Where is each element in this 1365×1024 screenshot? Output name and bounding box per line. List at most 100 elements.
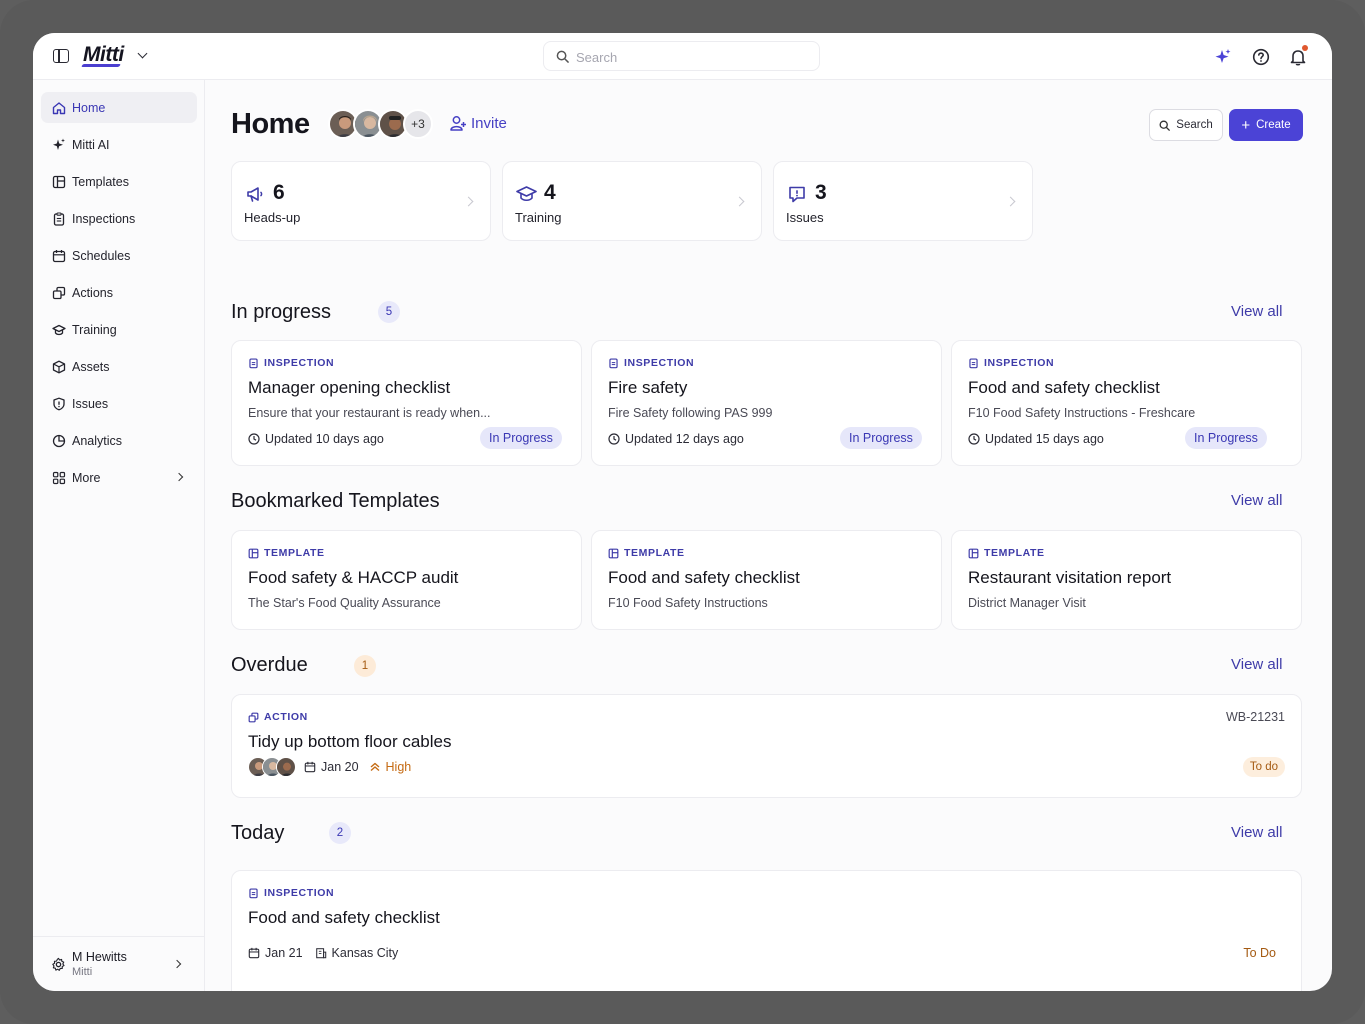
card-type-label: ACTION xyxy=(264,711,308,723)
search-input[interactable] xyxy=(576,48,806,66)
sidebar-item-label: Analytics xyxy=(72,433,123,448)
sidebar-item-label: More xyxy=(72,470,101,485)
avatar xyxy=(276,757,296,777)
sidebar-item-home[interactable]: Home xyxy=(41,92,197,123)
priority-high-icon xyxy=(370,762,379,772)
user-org: Mitti xyxy=(72,966,93,978)
logo-swoosh xyxy=(81,64,121,67)
user-menu[interactable]: M Hewitts Mitti xyxy=(33,936,205,991)
action-date: Jan 20 xyxy=(321,760,359,774)
action-card[interactable]: ACTION WB-21231 Tidy up bottom floor cab… xyxy=(231,694,1302,798)
card-updated: Updated 10 days ago xyxy=(248,432,384,446)
assignee-avatars xyxy=(248,757,296,777)
action-meta: Jan 20 High xyxy=(248,757,411,777)
card-title: Fire safety xyxy=(608,378,688,397)
device-frame: Mitti Home Mitti AI Templates xyxy=(0,0,1365,1024)
template-card[interactable]: TEMPLATE Food and safety checklist F10 F… xyxy=(591,530,942,630)
cube-icon xyxy=(52,360,66,373)
stat-card-heads-up[interactable]: 6 Heads-up xyxy=(231,161,491,241)
notifications-icon[interactable] xyxy=(1288,45,1308,67)
avatars-more-count[interactable]: +3 xyxy=(403,109,433,139)
card-type-label: INSPECTION xyxy=(264,887,335,899)
invite-label: Invite xyxy=(471,114,507,132)
in-progress-card[interactable]: INSPECTION Food and safety checklist F10… xyxy=(951,340,1302,466)
card-type-label: TEMPLATE xyxy=(984,547,1045,559)
sidebar-item-analytics[interactable]: Analytics xyxy=(41,425,197,456)
user-name: M Hewitts xyxy=(72,950,127,964)
sidebar-item-label: Templates xyxy=(72,174,129,189)
graduation-cap-icon xyxy=(52,324,66,335)
create-button[interactable]: + Create xyxy=(1229,109,1303,141)
card-type-label: TEMPLATE xyxy=(264,547,325,559)
sidebar-item-schedules[interactable]: Schedules xyxy=(41,240,197,271)
building-icon xyxy=(315,948,326,959)
sidebar-item-templates[interactable]: Templates xyxy=(41,166,197,197)
in-progress-card[interactable]: INSPECTION Manager opening checklist Ens… xyxy=(231,340,582,466)
view-all-today[interactable]: View all xyxy=(1231,824,1282,841)
today-card[interactable]: INSPECTION Food and safety checklist Jan… xyxy=(231,870,1302,991)
card-title: Manager opening checklist xyxy=(248,378,451,397)
global-search[interactable] xyxy=(543,41,820,71)
search-icon xyxy=(1159,120,1171,131)
sidebar-item-label: Inspections xyxy=(72,211,136,226)
stat-card-issues[interactable]: 3 Issues xyxy=(773,161,1033,241)
top-bar: Mitti xyxy=(33,33,1332,80)
card-subtitle: The Star's Food Quality Assurance xyxy=(248,596,441,610)
count-badge: 5 xyxy=(378,301,400,323)
card-type-label: TEMPLATE xyxy=(624,547,685,559)
today-meta: Jan 21 Kansas City xyxy=(248,946,398,960)
template-card[interactable]: TEMPLATE Restaurant visitation report Di… xyxy=(951,530,1302,630)
ai-sparkle-icon[interactable] xyxy=(1213,47,1233,67)
template-card[interactable]: TEMPLATE Food safety & HACCP audit The S… xyxy=(231,530,582,630)
sidebar: Home Mitti AI Templates Inspections Sche… xyxy=(33,80,205,991)
sparkle-icon xyxy=(53,138,65,150)
sidebar-item-label: Schedules xyxy=(72,248,131,263)
status-badge: In Progress xyxy=(1185,427,1267,449)
view-all-in-progress[interactable]: View all xyxy=(1231,303,1282,320)
stat-card-training[interactable]: 4 Training xyxy=(502,161,762,241)
card-type: INSPECTION xyxy=(248,887,334,899)
count-badge: 2 xyxy=(329,822,351,844)
sidebar-item-label: Assets xyxy=(72,359,110,374)
card-subtitle: District Manager Visit xyxy=(968,596,1086,610)
add-user-icon xyxy=(450,116,466,131)
create-button-label: Create xyxy=(1256,119,1291,131)
sidebar-item-mitti-ai[interactable]: Mitti AI xyxy=(41,129,197,160)
graduation-cap-icon xyxy=(516,186,537,202)
card-updated: Updated 12 days ago xyxy=(608,432,744,446)
card-updated-text: Updated 15 days ago xyxy=(985,432,1104,446)
card-type: INSPECTION xyxy=(608,357,694,369)
notification-dot xyxy=(1302,45,1308,51)
sidebar-item-assets[interactable]: Assets xyxy=(41,351,197,382)
search-button[interactable]: Search xyxy=(1149,109,1223,141)
chevron-down-icon[interactable] xyxy=(137,48,148,59)
calendar-icon xyxy=(52,249,66,262)
invite-button[interactable]: Invite xyxy=(449,114,507,132)
sidebar-item-actions[interactable]: Actions xyxy=(41,277,197,308)
stat-value: 3 xyxy=(815,181,827,204)
status-badge: To do xyxy=(1242,757,1285,777)
card-subtitle: Ensure that your restaurant is ready whe… xyxy=(248,406,491,420)
sidebar-toggle-icon[interactable] xyxy=(53,49,69,63)
view-all-overdue[interactable]: View all xyxy=(1231,656,1282,673)
template-icon xyxy=(248,548,259,558)
sidebar-item-label: Actions xyxy=(72,285,113,300)
help-icon[interactable] xyxy=(1251,47,1271,67)
sidebar-item-training[interactable]: Training xyxy=(41,314,197,345)
actions-icon xyxy=(52,286,66,299)
today-location: Kansas City xyxy=(331,946,399,960)
clock-icon xyxy=(248,433,260,445)
template-icon xyxy=(608,548,619,558)
section-title-today: Today xyxy=(231,822,285,844)
in-progress-card[interactable]: INSPECTION Fire safety Fire Safety follo… xyxy=(591,340,942,466)
card-type-label: INSPECTION xyxy=(264,357,335,369)
sidebar-item-inspections[interactable]: Inspections xyxy=(41,203,197,234)
calendar-icon xyxy=(304,761,316,773)
card-type-label: INSPECTION xyxy=(624,357,695,369)
sidebar-item-issues[interactable]: Issues xyxy=(41,388,197,419)
sidebar-item-label: Home xyxy=(72,100,106,115)
view-all-bookmarked[interactable]: View all xyxy=(1231,492,1282,509)
stat-value: 6 xyxy=(273,181,285,204)
page-title: Home xyxy=(231,108,310,140)
sidebar-item-more[interactable]: More xyxy=(41,462,197,493)
